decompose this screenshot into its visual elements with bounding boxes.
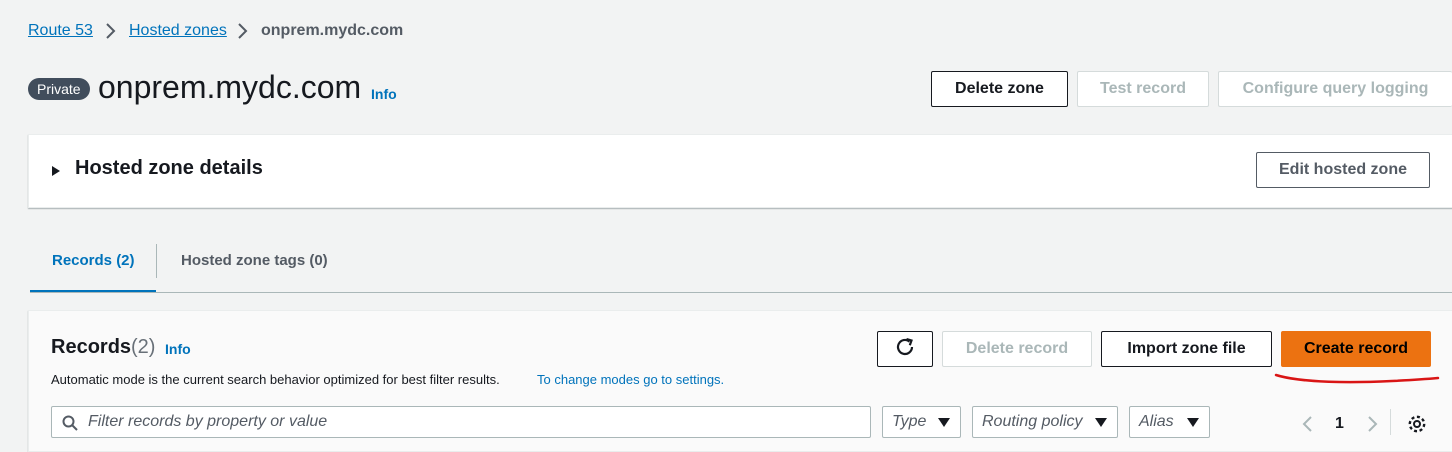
caret-down-icon <box>1187 418 1199 427</box>
settings-link[interactable]: To change modes go to settings. <box>537 372 724 387</box>
records-count: (2) <box>131 336 156 358</box>
refresh-button[interactable] <box>877 331 933 367</box>
private-badge: Private <box>28 78 90 100</box>
type-filter-select[interactable]: Type <box>882 406 961 438</box>
type-filter-label: Type <box>892 413 927 430</box>
red-underline-annotation <box>1272 369 1442 394</box>
tab-records[interactable]: Records (2) <box>52 252 135 269</box>
import-zone-file-button[interactable]: Import zone file <box>1101 331 1272 367</box>
page-title: onprem.mydc.com <box>98 69 362 105</box>
create-record-button[interactable]: Create record <box>1281 331 1431 367</box>
chevron-right-icon <box>236 22 250 45</box>
routing-policy-filter-label: Routing policy <box>982 413 1083 430</box>
search-input[interactable]: Filter records by property or value <box>51 406 871 438</box>
records-title: Records <box>51 336 132 358</box>
configure-query-logging-button[interactable]: Configure query logging <box>1218 71 1452 107</box>
caret-down-icon <box>1095 418 1107 427</box>
search-icon <box>62 415 78 436</box>
current-page[interactable]: 1 <box>1335 415 1344 433</box>
info-link[interactable]: Info <box>371 86 397 102</box>
hosted-zone-details-title[interactable]: Hosted zone details <box>75 157 263 180</box>
refresh-icon <box>894 336 916 363</box>
edit-hosted-zone-button[interactable]: Edit hosted zone <box>1256 152 1430 188</box>
caret-down-icon <box>938 418 950 427</box>
breadcrumb-current: onprem.mydc.com <box>261 22 404 39</box>
alias-filter-label: Alias <box>1139 413 1174 430</box>
delete-record-button[interactable]: Delete record <box>942 331 1092 367</box>
delete-zone-button[interactable]: Delete zone <box>931 71 1068 107</box>
hosted-zone-details-panel: Hosted zone details Edit hosted zone <box>28 134 1452 208</box>
search-placeholder: Filter records by property or value <box>88 413 328 430</box>
routing-policy-filter-select[interactable]: Routing policy <box>972 406 1118 438</box>
gear-icon[interactable] <box>1407 414 1427 439</box>
tab-divider <box>156 244 157 278</box>
breadcrumb-route53[interactable]: Route 53 <box>28 22 93 40</box>
tab-hosted-zone-tags[interactable]: Hosted zone tags (0) <box>181 252 328 269</box>
chevron-right-icon <box>104 22 118 45</box>
test-record-button[interactable]: Test record <box>1077 71 1209 107</box>
caret-right-icon[interactable] <box>51 164 61 182</box>
records-description: Automatic mode is the current search beh… <box>51 372 500 387</box>
alias-filter-select[interactable]: Alias <box>1129 406 1210 438</box>
breadcrumb-hosted-zones[interactable]: Hosted zones <box>129 22 227 40</box>
tab-underline <box>30 292 1452 293</box>
pagination-divider <box>1390 409 1391 435</box>
records-info-link[interactable]: Info <box>165 341 191 357</box>
records-panel: Records (2) Info Automatic mode is the c… <box>28 310 1452 452</box>
